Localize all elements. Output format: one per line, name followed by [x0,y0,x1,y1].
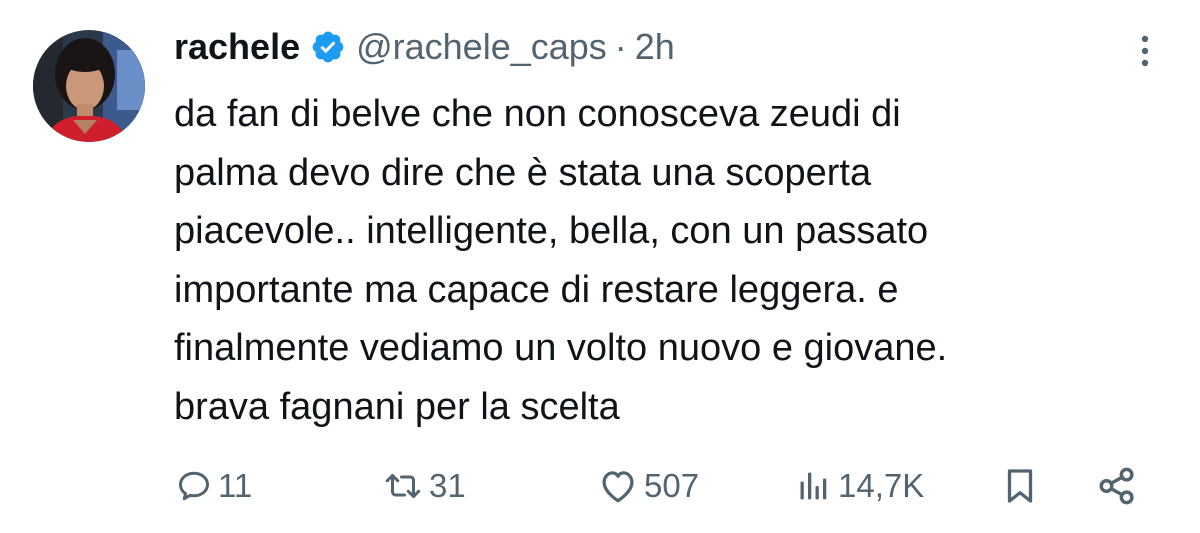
author-handle[interactable]: @rachele_caps [356,26,607,68]
like-count: 507 [644,467,700,504]
tweet-text-line: brava fagnani per la scelta [174,385,620,428]
tweet-text-line: importante ma capace di restare leggera.… [174,268,899,311]
tweet-text-line: da fan di belve che non conosceva zeudi … [174,93,901,135]
tweet-text-line: finalmente vediamo un volto nuovo e giov… [174,327,948,369]
bookmark-button[interactable] [1002,458,1038,514]
tweet-text-line: piacevole.. intelligente, bella, con un … [174,210,929,252]
views-button[interactable]: 14,7K [796,458,924,514]
tweet-header: rachele @rachele_caps · 2h [174,24,675,70]
heart-icon [598,468,638,504]
tweet[interactable]: rachele @rachele_caps · 2h da fan di bel… [0,0,1200,533]
reply-icon [176,468,212,504]
timestamp[interactable]: 2h [635,26,675,68]
repost-button[interactable]: 31 [383,458,466,514]
reply-count: 11 [218,467,253,504]
bookmark-icon [1002,466,1038,506]
tweet-text-line: palma devo dire che è stata una scoperta [174,151,872,194]
views-count: 14,7K [838,467,925,504]
reply-button[interactable]: 11 [176,458,252,514]
like-button[interactable]: 507 [598,458,699,514]
tweet-text: da fan di belve che non conosceva zeudi … [174,85,1164,436]
views-icon [796,468,832,504]
repost-icon [383,468,423,504]
avatar[interactable] [33,30,145,142]
separator-dot: · [614,26,627,67]
share-icon [1096,465,1138,507]
share-button[interactable] [1096,458,1138,514]
more-options-icon[interactable] [1130,30,1160,70]
author-name[interactable]: rachele [174,26,300,68]
action-bar: 11 31 507 14,7K [0,458,1200,514]
verified-badge-icon [310,29,346,65]
repost-count: 31 [429,467,466,504]
